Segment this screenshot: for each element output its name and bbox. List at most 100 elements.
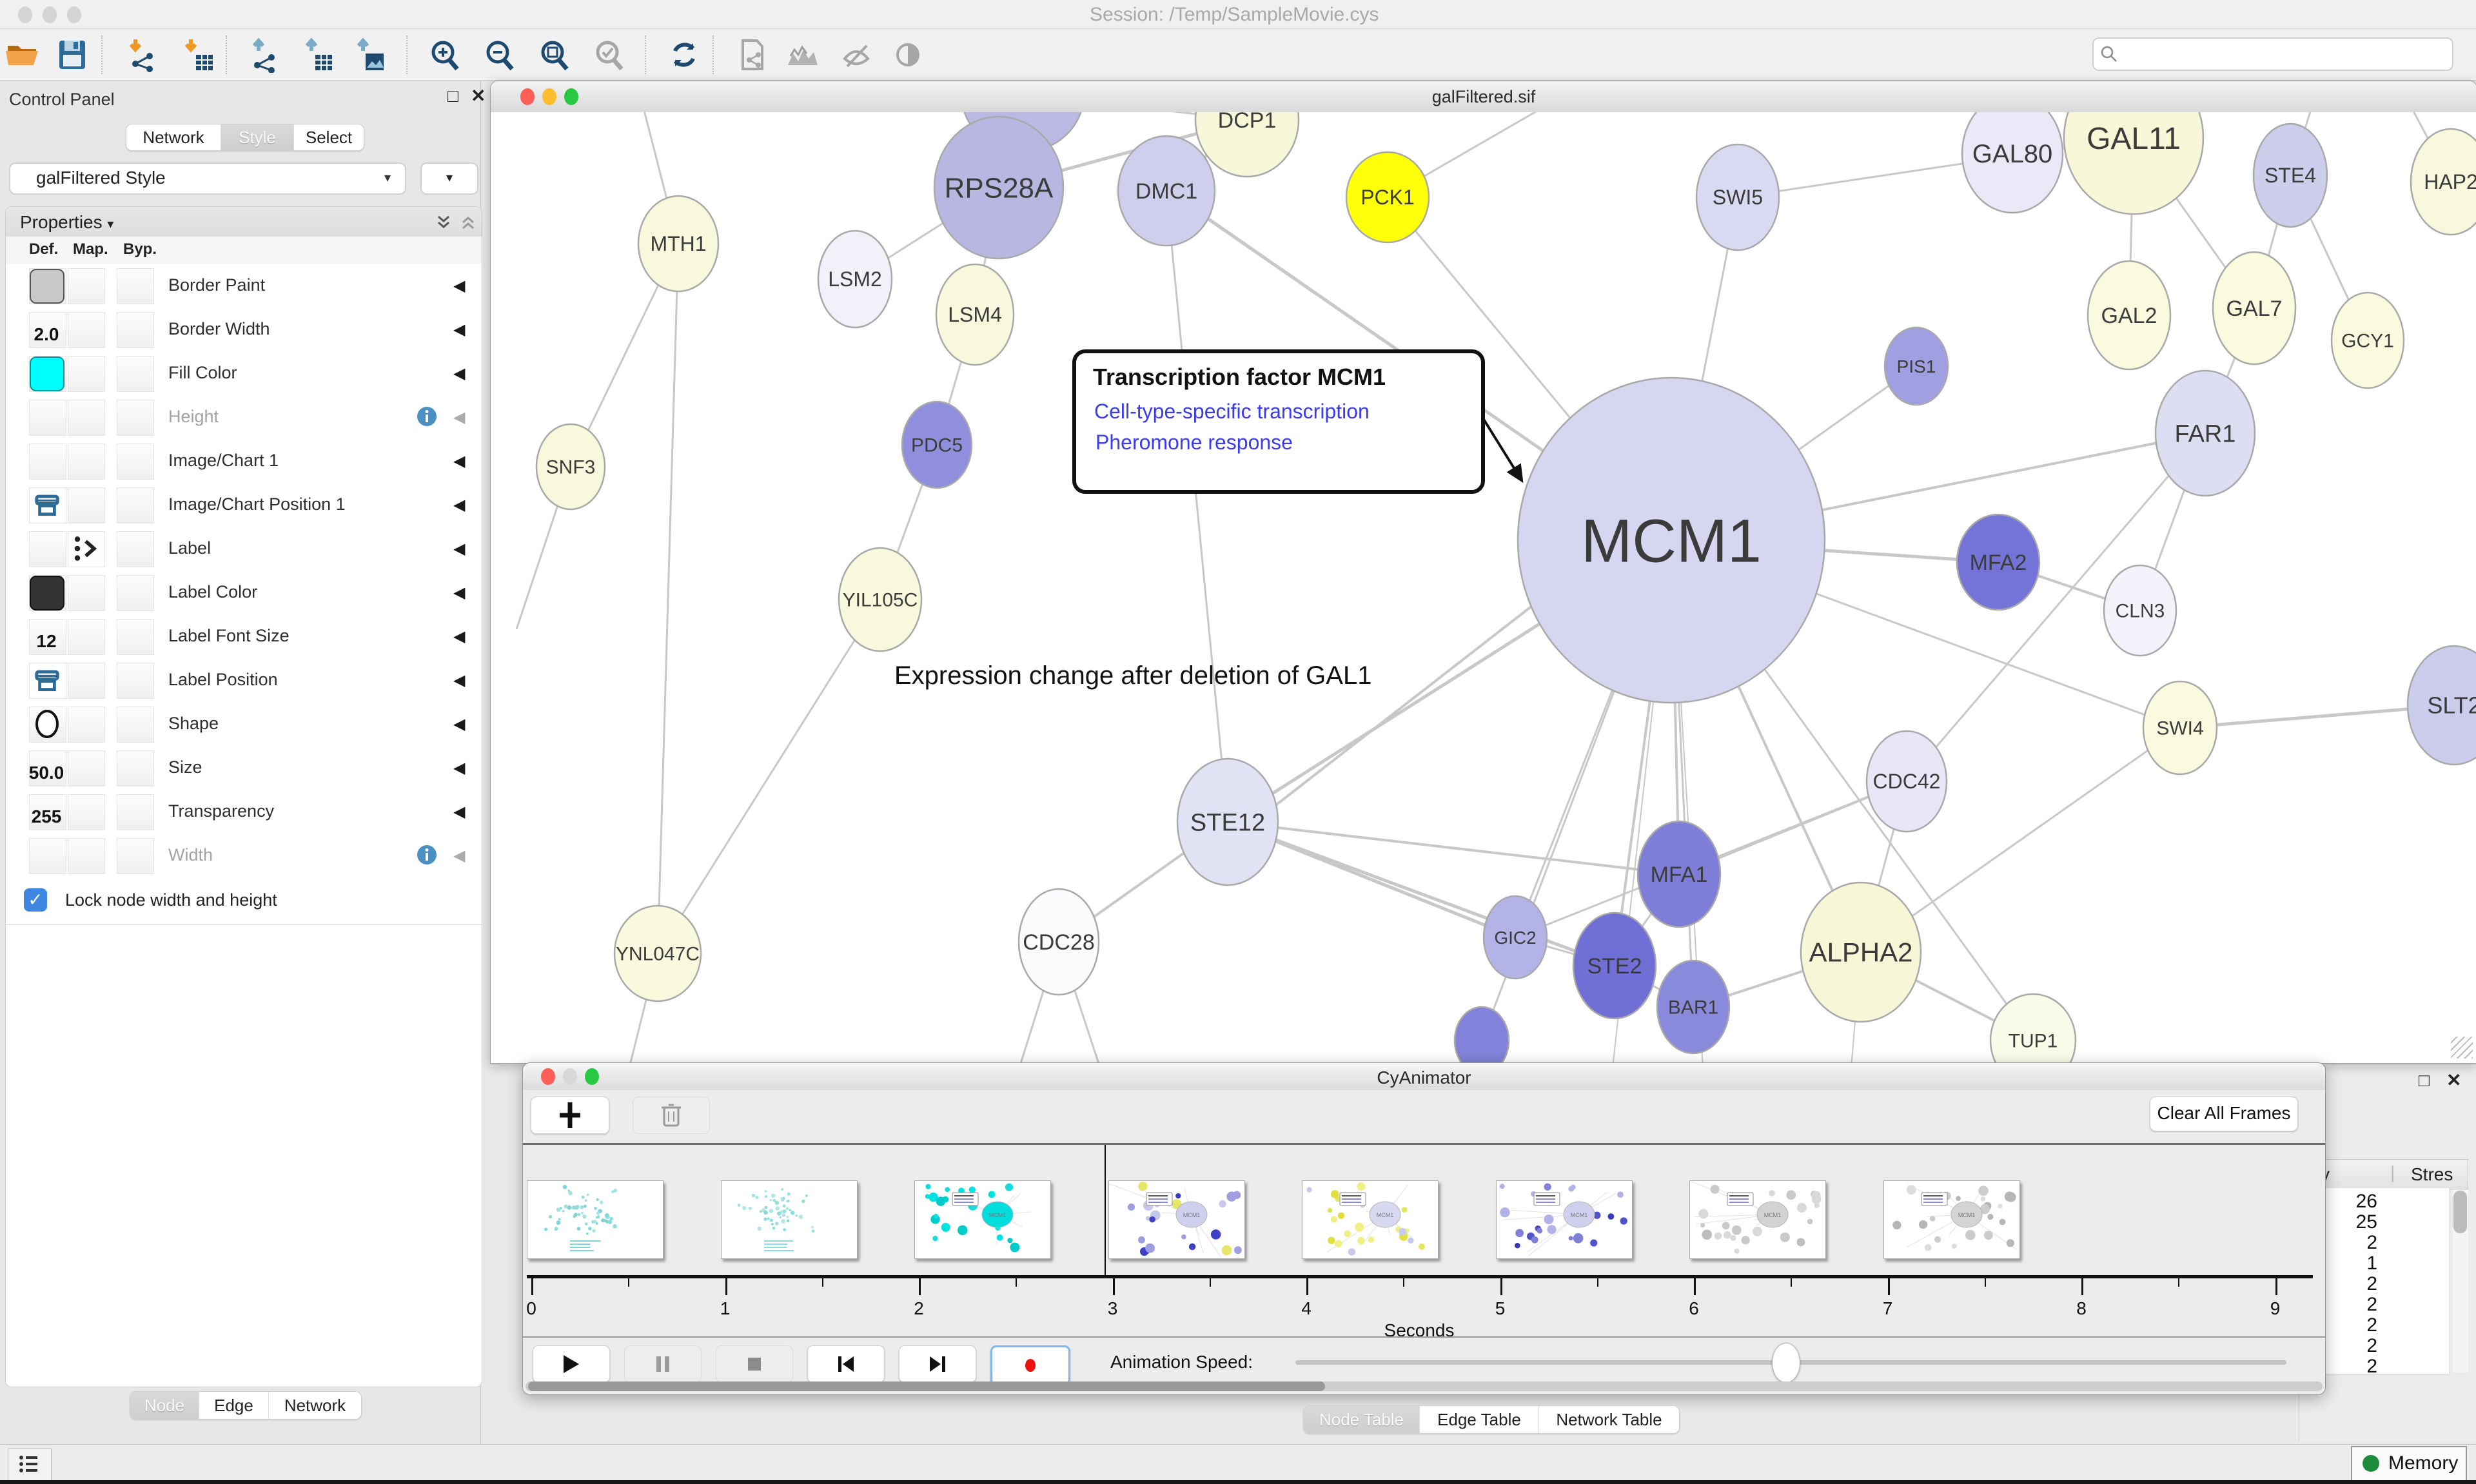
- default-value-cell[interactable]: [29, 575, 66, 611]
- mapping-cell[interactable]: [68, 750, 105, 786]
- mapping-cell[interactable]: [68, 663, 105, 699]
- pause-button[interactable]: [624, 1345, 702, 1383]
- mapping-cell[interactable]: [68, 268, 105, 304]
- mapping-cell[interactable]: [68, 794, 105, 830]
- annotation-link-1[interactable]: Cell-type-specific transcription: [1094, 400, 1370, 424]
- network-node-gic2[interactable]: GIC2: [1484, 896, 1547, 979]
- network-edge[interactable]: [1166, 191, 1228, 822]
- info-icon[interactable]: [416, 405, 438, 427]
- expand-property-icon[interactable]: ◀: [453, 320, 465, 339]
- network-node-ste4[interactable]: STE4: [2254, 124, 2327, 227]
- hide-details-button[interactable]: [838, 37, 874, 73]
- network-node-gal2[interactable]: GAL2: [2088, 261, 2170, 369]
- tab-select[interactable]: Select: [293, 124, 364, 150]
- network-node-rps28a[interactable]: RPS28A: [934, 117, 1063, 259]
- network-node-swi4[interactable]: SWI4: [2143, 681, 2217, 774]
- frame-thumbnail-6[interactable]: MCM1: [1496, 1180, 1633, 1259]
- network-node-mth1[interactable]: MTH1: [638, 196, 718, 291]
- property-row-label[interactable]: Label◀: [6, 527, 482, 572]
- property-row-size[interactable]: 50.0Size◀: [6, 746, 482, 791]
- property-row-transparency[interactable]: 255Transparency◀: [6, 790, 482, 835]
- bypass-cell[interactable]: [117, 531, 154, 567]
- export-table-button[interactable]: [299, 37, 335, 73]
- close-panel-icon[interactable]: ✕: [471, 87, 486, 105]
- column-stress[interactable]: Stres: [2411, 1164, 2453, 1185]
- mapping-cell[interactable]: [68, 838, 105, 874]
- default-value-cell[interactable]: 50.0: [29, 750, 66, 786]
- mapping-cell[interactable]: [68, 356, 105, 392]
- annotation-link-2[interactable]: Pheromone response: [1096, 431, 1293, 454]
- memory-button[interactable]: Memory: [2351, 1446, 2467, 1482]
- scrollbar-thumb[interactable]: [528, 1381, 1325, 1391]
- property-row-width[interactable]: Width◀: [6, 834, 482, 879]
- bypass-cell[interactable]: [117, 356, 154, 392]
- lock-size-checkbox[interactable]: ✓: [24, 888, 47, 912]
- maximize-window-icon[interactable]: [67, 6, 81, 23]
- network-node-pck1[interactable]: PCK1: [1346, 152, 1429, 242]
- expand-property-icon[interactable]: ◀: [453, 803, 465, 821]
- expand-property-icon[interactable]: ◀: [453, 496, 465, 514]
- first-neighbors-button[interactable]: [784, 37, 820, 73]
- slider-handle[interactable]: [1772, 1343, 1800, 1383]
- refresh-button[interactable]: [666, 37, 702, 73]
- annotation-box[interactable]: Transcription factor MCM1 Cell-type-spec…: [1072, 349, 1485, 494]
- default-value-cell[interactable]: [29, 268, 66, 304]
- network-edge[interactable]: [658, 600, 880, 953]
- frame-thumbnail-8[interactable]: MCM1: [1883, 1180, 2020, 1259]
- zoom-selected-button[interactable]: [592, 37, 628, 73]
- tab-network-table[interactable]: Network Table: [1538, 1406, 1679, 1433]
- network-node-ste12[interactable]: STE12: [1177, 759, 1278, 885]
- bypass-cell[interactable]: [117, 707, 154, 743]
- annotation-arrow[interactable]: [1481, 415, 1517, 473]
- network-node-gal7[interactable]: GAL7: [2213, 252, 2295, 364]
- property-row-height[interactable]: Height◀: [6, 395, 482, 440]
- property-row-label-color[interactable]: Label Color◀: [6, 571, 482, 616]
- network-node-cln3[interactable]: CLN3: [2104, 565, 2176, 656]
- network-node-gal80[interactable]: GAL80: [1962, 112, 2063, 213]
- expand-property-icon[interactable]: ◀: [453, 846, 465, 865]
- properties-header[interactable]: Properties ▾: [6, 207, 482, 237]
- export-network-button[interactable]: [247, 37, 283, 73]
- clone-network-button[interactable]: [734, 37, 770, 73]
- mapping-cell[interactable]: [68, 707, 105, 743]
- property-row-border-width[interactable]: 2.0Border Width◀: [6, 308, 482, 353]
- network-node-lsm2[interactable]: LSM2: [818, 231, 892, 327]
- table-scrollbar[interactable]: [2453, 1189, 2468, 1372]
- network-node-gcy1[interactable]: GCY1: [2332, 293, 2404, 388]
- default-value-cell[interactable]: [29, 400, 66, 436]
- close-panel-icon[interactable]: ✕: [2446, 1071, 2461, 1089]
- skip-start-button[interactable]: [807, 1345, 885, 1383]
- expand-property-icon[interactable]: ◀: [453, 408, 465, 427]
- mapping-cell[interactable]: [68, 619, 105, 655]
- close-window-icon[interactable]: [18, 6, 32, 23]
- import-table-button[interactable]: [179, 37, 215, 73]
- style-options-button[interactable]: ▾: [420, 162, 478, 195]
- network-node-swi5[interactable]: SWI5: [1696, 144, 1779, 250]
- task-history-button[interactable]: [8, 1449, 52, 1481]
- default-value-cell[interactable]: [29, 838, 66, 874]
- network-node-pdc5[interactable]: PDC5: [902, 402, 972, 488]
- property-row-border-paint[interactable]: Border Paint◀: [6, 264, 482, 309]
- property-row-label-position[interactable]: Label Position◀: [6, 658, 482, 703]
- network-node-dmc1[interactable]: DMC1: [1118, 136, 1215, 246]
- default-value-cell[interactable]: [29, 444, 66, 480]
- network-node-pis1[interactable]: PIS1: [1885, 327, 1948, 405]
- frame-thumbnail-2[interactable]: [721, 1180, 858, 1259]
- network-node-hap2[interactable]: HAP2: [2411, 129, 2476, 235]
- bypass-cell[interactable]: [117, 487, 154, 523]
- tab-node-table[interactable]: Node Table: [1304, 1406, 1419, 1433]
- mapping-cell[interactable]: [68, 575, 105, 611]
- export-image-button[interactable]: [350, 37, 386, 73]
- tab-style[interactable]: Style: [221, 124, 293, 150]
- open-folder-button[interactable]: [4, 37, 40, 73]
- network-edge[interactable]: [1274, 603, 1535, 806]
- mapping-cell[interactable]: [68, 487, 105, 523]
- default-value-cell[interactable]: [29, 531, 66, 567]
- style-combo[interactable]: galFiltered Style ▾: [9, 162, 406, 195]
- float-panel-icon[interactable]: □: [447, 87, 458, 105]
- network-node-mfa1[interactable]: MFA1: [1638, 821, 1720, 927]
- default-value-cell[interactable]: [29, 663, 66, 699]
- scrollbar-thumb[interactable]: [2453, 1191, 2467, 1233]
- info-icon[interactable]: [416, 844, 438, 866]
- expand-property-icon[interactable]: ◀: [453, 759, 465, 777]
